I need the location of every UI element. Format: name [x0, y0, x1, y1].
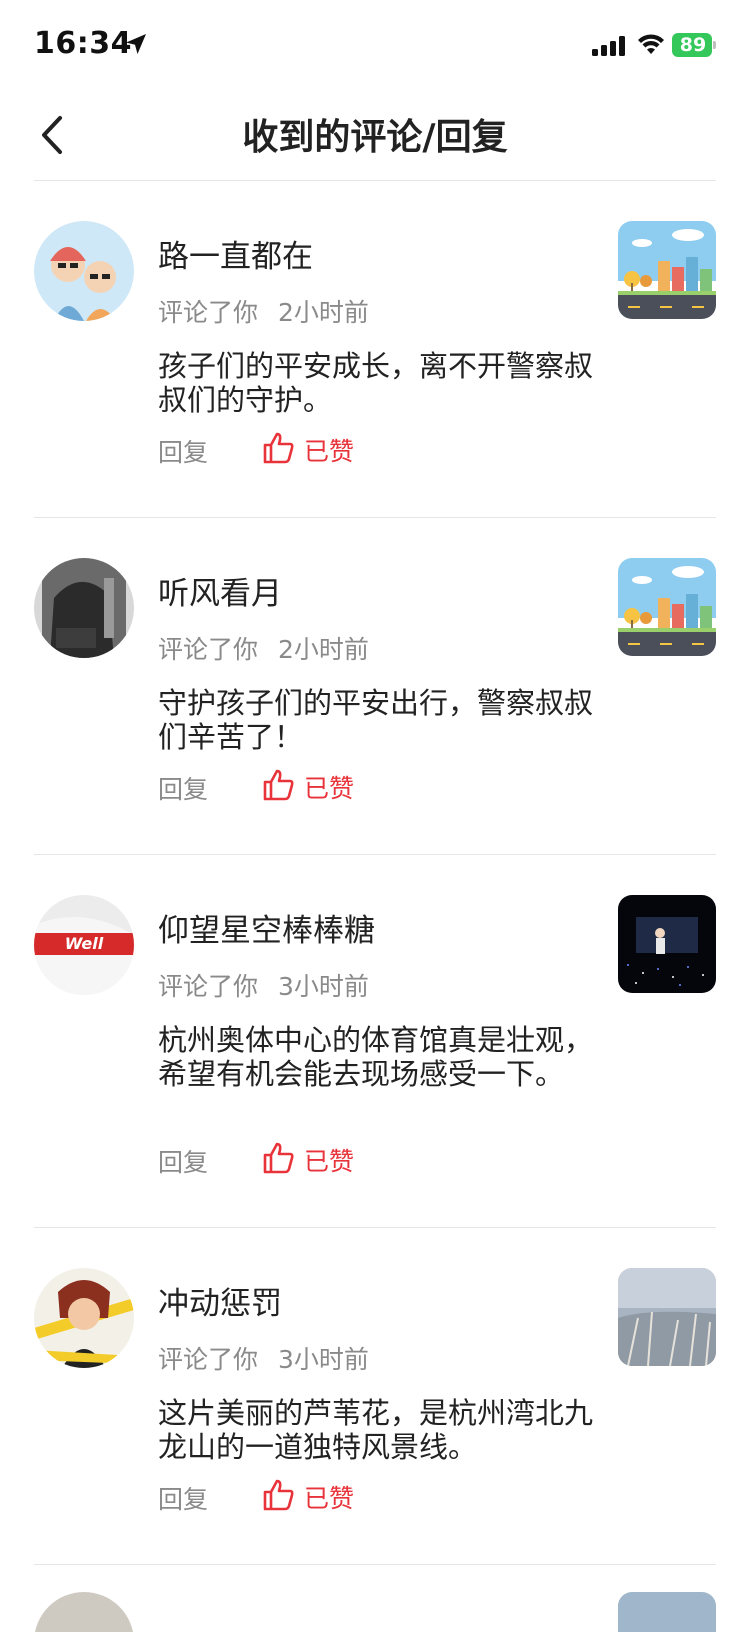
- comment-time: 3小时前: [278, 1345, 369, 1374]
- comment-action: 评论了你: [158, 972, 259, 1001]
- comment-meta: 评论了你 2小时前: [158, 630, 369, 666]
- post-thumbnail[interactable]: [618, 895, 716, 993]
- status-bar: 16:34 89: [0, 0, 750, 90]
- comment-text: 杭州奥体中心的体育馆真是壮观，希望有机会能去现场感受一下。: [158, 1023, 594, 1091]
- location-arrow-icon: [126, 34, 146, 54]
- post-thumbnail[interactable]: [618, 558, 716, 656]
- nav-bar: 收到的评论/回复: [0, 90, 750, 180]
- avatar[interactable]: [34, 221, 134, 321]
- avatar[interactable]: Well: [34, 895, 134, 995]
- liked-label: 已赞: [304, 437, 355, 466]
- comment-username[interactable]: 仰望星空棒棒糖: [158, 905, 375, 950]
- battery-level: 89: [679, 34, 707, 56]
- comment-meta: 评论了你 3小时前: [158, 967, 369, 1003]
- item-divider: [34, 1564, 716, 1565]
- liked-label: 已赞: [304, 774, 355, 803]
- thumbs-up-icon: [263, 1142, 294, 1174]
- comment-username[interactable]: 冲动惩罚: [158, 1278, 282, 1323]
- post-thumbnail[interactable]: [618, 221, 716, 319]
- cellular-signal-icon: [592, 36, 625, 56]
- post-thumbnail[interactable]: [618, 1268, 716, 1366]
- comment-meta: 评论了你 3小时前: [158, 1340, 369, 1376]
- thumbs-up-icon: [263, 432, 294, 464]
- comment-time: 2小时前: [278, 298, 369, 327]
- thumbs-up-icon: [263, 769, 294, 801]
- comment-username[interactable]: 听风看月: [158, 568, 282, 613]
- comment-text: 孩子们的平安成长，离不开警察叔叔们的守护。: [158, 349, 594, 417]
- comment-text: 这片美丽的芦苇花，是杭州湾北九龙山的一道独特风景线。: [158, 1396, 594, 1464]
- battery-icon: 89: [672, 33, 716, 57]
- liked-label: 已赞: [304, 1147, 355, 1176]
- comment-action: 评论了你: [158, 298, 259, 327]
- comment-item: 路一直都在 评论了你 2小时前 孩子们的平安成长，离不开警察叔叔们的守护。 回复 …: [0, 181, 750, 518]
- reply-button[interactable]: 回复: [158, 433, 208, 469]
- wifi-icon: [638, 34, 664, 54]
- comment-time: 3小时前: [278, 972, 369, 1001]
- next-comment-item-partial: [0, 1592, 750, 1632]
- comment-meta: 评论了你 2小时前: [158, 293, 369, 329]
- reply-button[interactable]: 回复: [158, 1143, 208, 1179]
- comment-action: 评论了你: [158, 1345, 259, 1374]
- page-title: 收到的评论/回复: [242, 117, 508, 158]
- comment-list: 路一直都在 评论了你 2小时前 孩子们的平安成长，离不开警察叔叔们的守护。 回复 …: [0, 181, 750, 1565]
- thumbs-up-icon: [263, 1479, 294, 1511]
- comment-item: Well 仰望星空棒棒糖 评论了你 3小时前 杭州奥体中心的体育馆真是壮观，希望有…: [0, 855, 750, 1228]
- avatar[interactable]: [34, 1592, 134, 1632]
- reply-button[interactable]: 回复: [158, 770, 208, 806]
- status-time: 16:34: [34, 26, 132, 61]
- comment-text: 守护孩子们的平安出行，警察叔叔们辛苦了！: [158, 686, 594, 754]
- liked-label: 已赞: [304, 1484, 355, 1513]
- comment-item: 冲动惩罚 评论了你 3小时前 这片美丽的芦苇花，是杭州湾北九龙山的一道独特风景线。…: [0, 1228, 750, 1565]
- comment-item: 听风看月 评论了你 2小时前 守护孩子们的平安出行，警察叔叔们辛苦了！ 回复 已赞: [0, 518, 750, 855]
- avatar[interactable]: [34, 558, 134, 658]
- comment-username[interactable]: 路一直都在: [158, 231, 313, 276]
- comment-time: 2小时前: [278, 635, 369, 664]
- post-thumbnail[interactable]: [618, 1592, 716, 1632]
- comment-action: 评论了你: [158, 635, 259, 664]
- reply-button[interactable]: 回复: [158, 1480, 208, 1516]
- svg-text:Well: Well: [65, 934, 104, 953]
- avatar[interactable]: [34, 1268, 134, 1368]
